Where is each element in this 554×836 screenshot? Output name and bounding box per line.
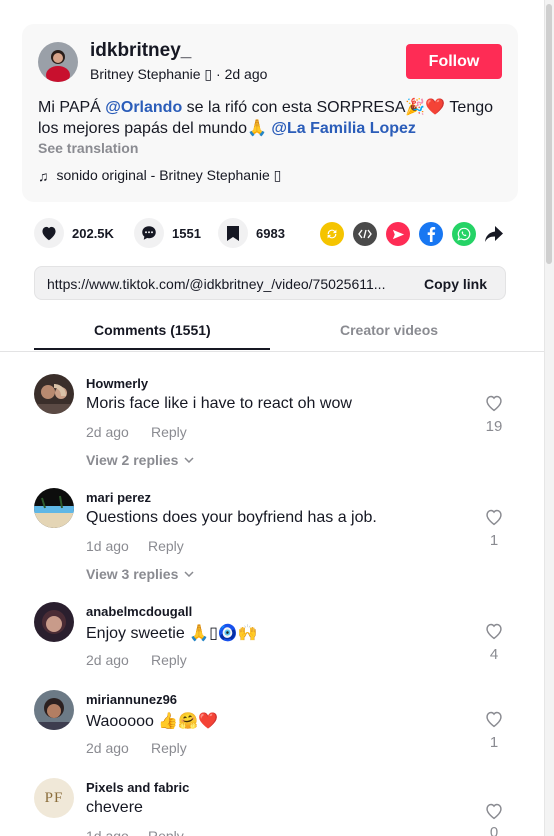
comment-text: Questions does your boyfriend has a job.	[86, 509, 377, 526]
comment-text-body: Enjoy sweetie	[86, 625, 190, 642]
view-replies-label: View 2 replies	[86, 452, 179, 468]
heart-outline-icon[interactable]	[482, 710, 506, 732]
comment-like-count: 1	[489, 734, 499, 751]
comment-text: Waooooo 👍🤗❤️	[86, 711, 218, 731]
comment-username[interactable]: Pixels and fabric	[86, 780, 189, 795]
post-info-card: idkbritney_ Britney Stephanie ▯ · 2d ago…	[22, 24, 518, 202]
author-subtitle: Britney Stephanie ▯ · 2d ago	[90, 66, 267, 83]
comment-date: 2d ago	[86, 740, 129, 756]
embed-icon[interactable]	[353, 222, 377, 246]
avatar-initials: PF	[44, 789, 64, 806]
heart-outline-icon[interactable]	[482, 508, 506, 530]
mention-link[interactable]: @Orlando	[105, 99, 182, 116]
heart-outline-icon[interactable]	[482, 622, 506, 644]
comment-text-body: Waooooo	[86, 713, 159, 730]
comment-text: chevere	[86, 799, 143, 816]
tab-creator-videos[interactable]: Creator videos	[340, 322, 438, 338]
follow-button[interactable]: Follow	[406, 44, 502, 79]
see-translation-link[interactable]: See translation	[38, 140, 138, 156]
avatar[interactable]: PF	[34, 778, 74, 818]
reply-button[interactable]: Reply	[151, 652, 187, 668]
reply-button[interactable]: Reply	[151, 740, 187, 756]
facebook-icon[interactable]	[419, 222, 443, 246]
whatsapp-icon[interactable]	[452, 222, 476, 246]
view-replies-button[interactable]: View 3 replies	[86, 566, 194, 582]
comment-username[interactable]: anabelmcdougall	[86, 604, 192, 619]
chevron-down-icon	[184, 571, 194, 577]
comment-date: 2d ago	[86, 424, 129, 440]
music-note-icon: ♫	[38, 167, 49, 184]
avatar[interactable]	[34, 690, 74, 730]
heart-outline-icon[interactable]	[482, 394, 506, 416]
separator: ·	[212, 66, 225, 82]
comment-icon[interactable]	[134, 218, 164, 248]
video-url[interactable]: https://www.tiktok.com/@idkbritney_/vide…	[47, 276, 405, 292]
comment-like-count: 19	[485, 418, 503, 435]
tab-comments[interactable]: Comments (1551)	[94, 322, 211, 338]
active-tab-indicator	[34, 348, 270, 350]
like-action[interactable]: 202.5K	[34, 218, 114, 248]
avatar[interactable]	[34, 602, 74, 642]
comment-like-count: 4	[489, 646, 499, 663]
save-count: 6983	[256, 225, 285, 241]
bookmark-icon[interactable]	[218, 218, 248, 248]
music-row[interactable]: ♫ sonido original - Britney Stephanie ▯	[38, 167, 281, 184]
post-caption: Mi PAPÁ @Orlando se la rifó con esta SOR…	[38, 97, 508, 139]
avatar[interactable]	[34, 488, 74, 528]
comment-date: 1d ago	[86, 828, 129, 836]
heart-emoji: ❤️	[425, 99, 446, 116]
share-arrow-icon[interactable]	[482, 222, 506, 246]
author-display-name[interactable]: Britney Stephanie	[90, 66, 201, 82]
heart-outline-icon[interactable]	[482, 802, 506, 824]
view-replies-button[interactable]: View 2 replies	[86, 452, 194, 468]
pray-emoji: 🙏	[247, 120, 267, 137]
comment-action[interactable]: 1551	[134, 218, 201, 248]
party-popper-emoji: 🎉	[405, 99, 426, 116]
like-count: 202.5K	[72, 225, 114, 241]
comment-username[interactable]: mari perez	[86, 490, 151, 505]
caption-text: Mi PAPÁ	[38, 99, 106, 116]
comment-text: Enjoy sweetie 🙏▯🧿🙌	[86, 623, 258, 643]
author-username[interactable]: idkbritney_	[90, 40, 191, 62]
comment-count: 1551	[172, 225, 201, 241]
comment-like-count: 0	[489, 824, 499, 836]
link-box: https://www.tiktok.com/@idkbritney_/vide…	[34, 266, 506, 300]
post-date: 2d ago	[224, 66, 268, 82]
author-avatar[interactable]	[38, 42, 78, 82]
reply-button[interactable]: Reply	[148, 828, 184, 836]
heart-icon[interactable]	[34, 218, 64, 248]
comment-like-count: 1	[489, 532, 499, 549]
send-icon[interactable]	[386, 222, 410, 246]
name-glyph: ▯	[204, 66, 213, 82]
reply-button[interactable]: Reply	[151, 424, 187, 440]
comment-text: Moris face like i have to react oh wow	[86, 395, 352, 412]
comment-date: 2d ago	[86, 652, 129, 668]
emoji-group: 🙏▯🧿🙌	[189, 625, 258, 642]
comment-date: 1d ago	[86, 538, 129, 554]
scrollbar-thumb[interactable]	[546, 4, 552, 264]
avatar[interactable]	[34, 374, 74, 414]
mention-link[interactable]: @La Familia Lopez	[271, 120, 416, 137]
caption-text: se la rifó con esta SORPRESA	[182, 99, 406, 116]
action-bar: 202.5K 1551 6983	[34, 218, 514, 250]
view-replies-label: View 3 replies	[86, 566, 179, 582]
copy-link-button[interactable]: Copy link	[424, 276, 487, 292]
scrollbar[interactable]	[544, 0, 554, 836]
comment-username[interactable]: Howmerly	[86, 376, 148, 391]
repost-icon[interactable]	[320, 222, 344, 246]
emoji-group: 👍🤗❤️	[158, 713, 219, 730]
music-label: sonido original - Britney Stephanie ▯	[56, 167, 282, 183]
tab-bar: Comments (1551) Creator videos	[0, 312, 544, 352]
save-action[interactable]: 6983	[218, 218, 285, 248]
chevron-down-icon	[184, 457, 194, 463]
comment-username[interactable]: miriannunez96	[86, 692, 177, 707]
reply-button[interactable]: Reply	[148, 538, 184, 554]
